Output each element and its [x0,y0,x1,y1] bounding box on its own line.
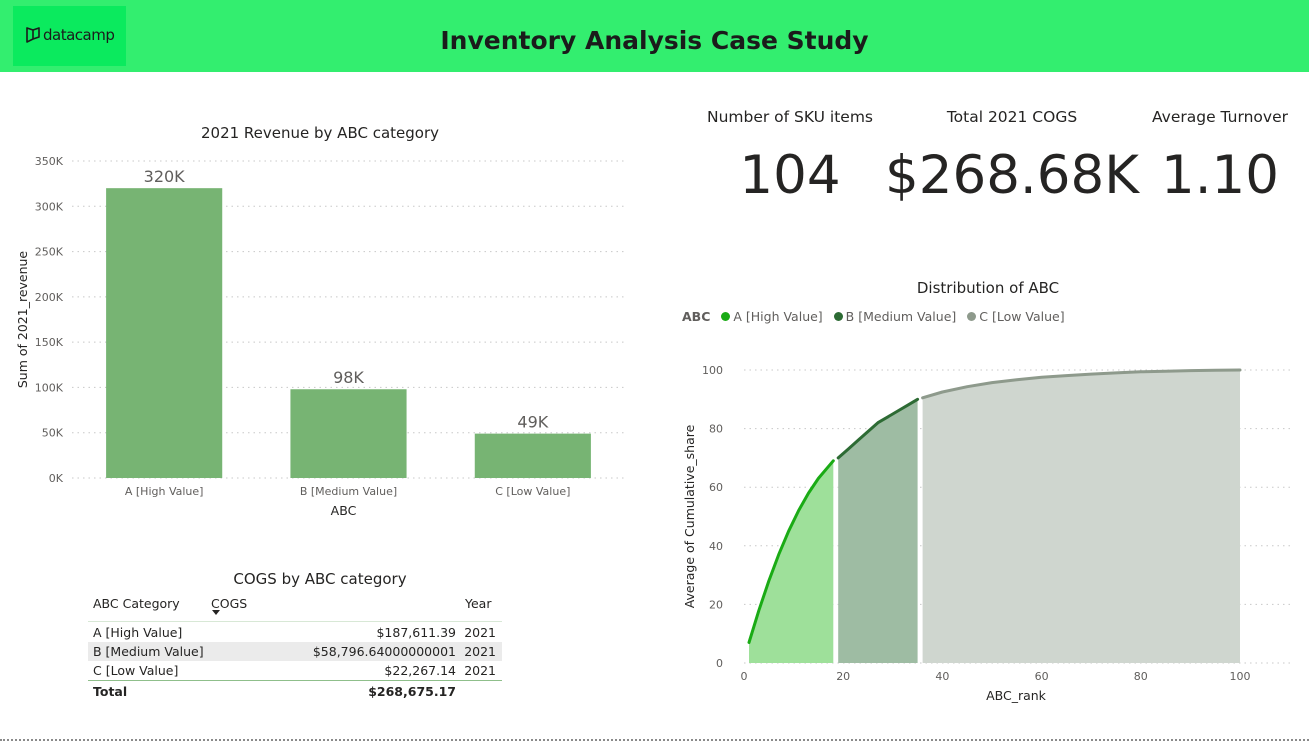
y-tick-label: 200K [35,291,64,304]
y-tick-label: 300K [35,200,64,213]
legend-item-b[interactable]: B [Medium Value] [846,309,957,324]
cogs-table: ABC Category COGS Year A [High Value] $1… [88,594,502,704]
kpi-cogs-label: Total 2021 COGS [946,108,1078,126]
y-tick-label: 350K [35,155,64,168]
table-header-row: ABC Category COGS Year [88,594,502,615]
row-category: B [Medium Value] [93,644,204,659]
column-header-cogs[interactable]: COGS [211,596,247,611]
y-tick-label: 20 [709,598,723,611]
area-fill [922,370,1240,663]
row-category: A [High Value] [93,625,183,640]
bottom-divider [0,739,1309,741]
table-total-row: Total $268,675.17 [88,682,502,701]
bar [106,188,223,478]
x-axis-title: ABC_rank [986,688,1047,703]
legend-dot-b [833,312,843,321]
bar [474,433,591,478]
x-tick-label: A [High Value] [125,485,204,498]
page-title: Inventory Analysis Case Study [440,26,869,55]
total-cogs: $268,675.17 [368,684,456,699]
legend-item-c[interactable]: C [Low Value] [979,309,1064,324]
revenue-bar-chart: 0K 50K 100K 150K 200K 250K 300K 350K 320K A [High… [15,155,625,518]
row-year: 2021 [464,644,496,659]
bar-chart-title: 2021 Revenue by ABC category [200,124,440,142]
column-header-year[interactable]: Year [465,596,491,611]
header-bar: datacamp Inventory Analysis Case Study [0,0,1309,72]
row-category: C [Low Value] [93,663,179,678]
y-tick-label: 100 [702,364,723,377]
x-tick-label: C [Low Value] [495,485,570,498]
total-label: Total [93,684,128,699]
cogs-table-title: COGS by ABC category [233,570,407,588]
x-tick-label: 80 [1134,670,1148,683]
table-row: A [High Value] $187,611.39 2021 [88,623,502,642]
x-tick-label: 40 [935,670,949,683]
row-year: 2021 [464,625,496,640]
cumulative-share-area-chart: 0 20 40 60 80 100 0 20 40 60 80 100 ABC_rank Average … [682,364,1290,703]
kpi-turnover-label: Average Turnover [1151,108,1288,126]
y-tick-label: 0 [716,657,723,670]
y-tick-label: 250K [35,246,64,259]
table-header-divider [88,621,502,622]
y-tick-label: 80 [709,423,723,436]
x-tick-label: 20 [836,670,850,683]
legend-dot-a [721,312,731,321]
legend-title: ABC [682,309,711,324]
y-axis-title: Average of Cumulative_share [682,424,697,608]
bar-data-label: 320K [144,167,186,186]
legend-dot-c [967,312,977,321]
y-tick-label: 150K [35,336,64,349]
bar-data-label: 98K [333,368,364,387]
row-year: 2021 [464,663,496,678]
y-tick-label: 100K [35,381,64,394]
x-tick-label: 100 [1230,670,1251,683]
column-header-abc-category[interactable]: ABC Category [93,596,180,611]
kpi-sku-label: Number of SKU items [706,108,873,126]
kpi-sku-value: 104 [739,145,841,206]
bar [290,389,407,478]
x-axis-title: ABC [331,503,357,518]
sort-descending-icon[interactable] [212,610,220,615]
area-fill [749,460,834,663]
area-fill [838,399,918,663]
bar-data-label: 49K [517,413,548,432]
y-axis-title: Sum of 2021_revenue [15,251,30,389]
area-chart-legend: ABC A [High Value] B [Medium Value] C [L… [682,309,1065,324]
row-cogs: $187,611.39 [376,625,456,640]
row-cogs: $58,796.64000000001 [312,644,456,659]
kpi-turnover-value: 1.10 [1160,145,1279,206]
y-tick-label: 0K [49,472,64,485]
table-row: C [Low Value] $22,267.14 2021 [88,661,502,680]
row-cogs: $22,267.14 [384,663,456,678]
y-tick-label: 40 [709,540,723,553]
table-total-divider [88,680,502,681]
area-chart-title: Distribution of ABC [916,279,1060,297]
x-tick-label: B [Medium Value] [300,485,397,498]
table-row: B [Medium Value] $58,796.64000000001 202… [88,642,502,661]
legend-item-a[interactable]: A [High Value] [733,309,822,324]
y-tick-label: 50K [42,427,64,440]
y-tick-label: 60 [709,481,723,494]
x-tick-label: 60 [1035,670,1049,683]
x-tick-label: 0 [741,670,748,683]
